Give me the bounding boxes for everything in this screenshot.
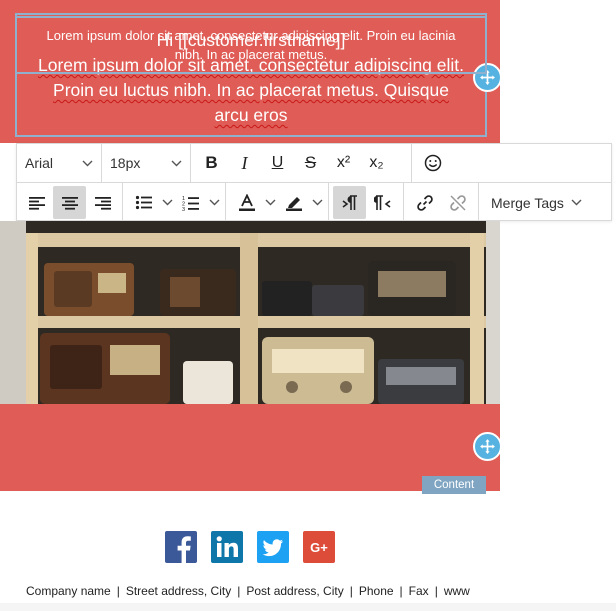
merge-tags-select[interactable]: Merge Tags (479, 186, 592, 219)
body-text-line: Lorem ipsum dolor sit amet, consectetur … (46, 28, 456, 43)
footer-post: Post address, City (246, 584, 344, 598)
chevron-down-icon[interactable] (207, 186, 221, 219)
footer-fax: Fax (408, 584, 429, 598)
chevron-down-icon (81, 157, 93, 169)
body-text-block[interactable]: Lorem ipsum dolor sit amet, consectetur … (15, 13, 487, 74)
rich-text-toolbar: Arial 18px B I U S x² x₂ 1 2 3 Merge Tag… (16, 143, 612, 222)
chevron-down-icon[interactable] (263, 186, 277, 219)
footer-web: www (443, 584, 470, 598)
text-style-group: B I U S x² x₂ (191, 144, 412, 182)
horizontal-scrollbar[interactable] (0, 603, 616, 611)
chevron-down-icon (170, 157, 182, 169)
linkedin-icon[interactable] (211, 531, 243, 563)
align-center-icon[interactable] (53, 186, 86, 219)
footer-street: Street address, City (125, 584, 232, 598)
ltr-icon[interactable] (333, 186, 366, 219)
footer-company: Company name (26, 584, 111, 598)
move-handle-icon[interactable] (473, 432, 502, 461)
smiley-icon[interactable] (416, 147, 449, 180)
facebook-icon[interactable] (165, 531, 197, 563)
color-group (226, 183, 329, 222)
toolbar-row-formatting: Arial 18px B I U S x² x₂ (17, 144, 611, 183)
highlight-icon[interactable] (277, 186, 310, 219)
merge-tags-label: Merge Tags (491, 194, 564, 211)
radio-shelf-image[interactable] (0, 221, 500, 404)
list-group: 123 (123, 183, 226, 222)
radio-shelf-illustration (0, 221, 500, 404)
social-links: G+ (165, 531, 335, 563)
header-text-line: Proin eu luctus nibh. In ac placerat met… (53, 80, 449, 100)
underline-button[interactable]: U (261, 147, 294, 180)
unlink-icon[interactable] (441, 186, 474, 219)
subscript-button[interactable]: x₂ (360, 147, 393, 180)
footer-phone: Phone (358, 584, 394, 598)
svg-text:G+: G+ (310, 540, 328, 555)
superscript-button[interactable]: x² (327, 147, 360, 180)
font-size-group: 18px (102, 144, 191, 182)
content-block-tag[interactable]: Content (422, 476, 486, 494)
merge-tags-group: Merge Tags (479, 183, 592, 222)
bullet-list-icon[interactable] (127, 186, 160, 219)
bold-button[interactable]: B (195, 147, 228, 180)
chevron-down-icon[interactable] (310, 186, 324, 219)
rtl-icon[interactable] (366, 186, 399, 219)
align-right-icon[interactable] (86, 186, 119, 219)
alignment-group (17, 183, 123, 222)
chevron-down-icon (570, 197, 582, 209)
toolbar-row-paragraph: 123 Merge Tags (17, 183, 611, 222)
text-color-icon[interactable] (230, 186, 263, 219)
font-family-group: Arial (17, 144, 102, 182)
numbered-list-icon[interactable]: 123 (174, 186, 207, 219)
header-text-line: arcu eros (214, 105, 288, 125)
italic-button[interactable]: I (228, 147, 261, 180)
link-group (404, 183, 479, 222)
align-left-icon[interactable] (20, 186, 53, 219)
google-plus-icon[interactable]: G+ (303, 531, 335, 563)
font-family-select[interactable]: Arial (17, 147, 101, 180)
direction-group (329, 183, 404, 222)
strikethrough-button[interactable]: S (294, 147, 327, 180)
svg-text:3: 3 (182, 207, 185, 211)
font-size-value: 18px (110, 155, 141, 171)
font-family-value: Arial (25, 155, 54, 171)
emoji-group (412, 144, 453, 182)
chevron-down-icon[interactable] (160, 186, 174, 219)
footer-address: Company name | Street address, City | Post a… (26, 584, 470, 598)
link-icon[interactable] (408, 186, 441, 219)
font-size-select[interactable]: 18px (102, 147, 190, 180)
twitter-icon[interactable] (257, 531, 289, 563)
body-text-line: nibh. In ac placerat metus. (174, 47, 328, 62)
